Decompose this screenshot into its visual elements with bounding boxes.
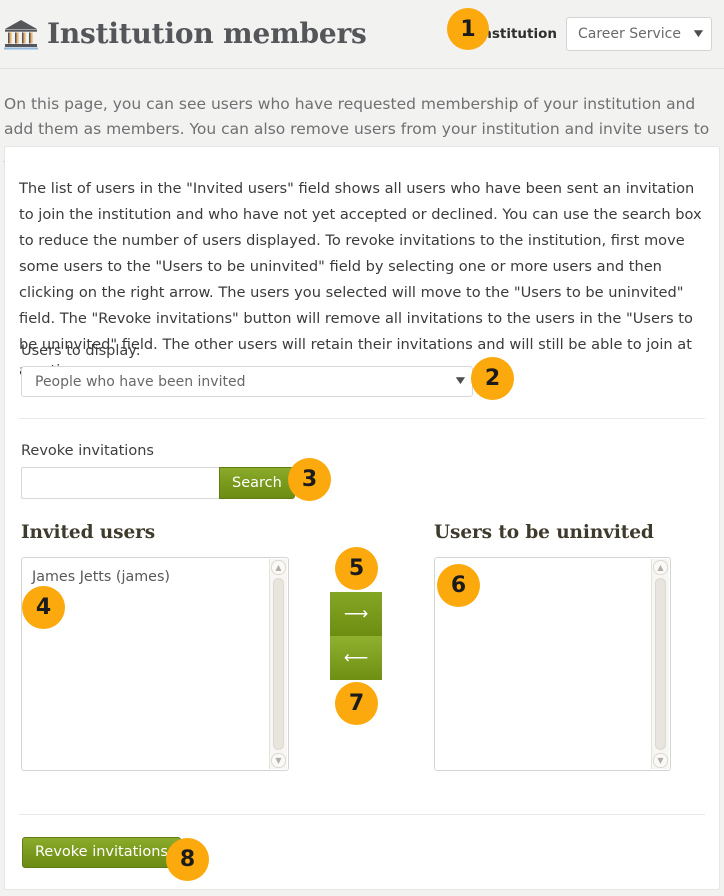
page-header: Institution members Institution Career S…: [0, 0, 724, 69]
search-button[interactable]: Search: [219, 467, 295, 499]
users-to-be-uninvited-heading: Users to be uninvited: [434, 522, 654, 543]
revoke-invitations-button[interactable]: Revoke invitations: [22, 837, 181, 868]
invited-users-list[interactable]: James Jetts (james): [22, 558, 270, 770]
institution-selector-group: Institution Career Service ▼: [477, 17, 712, 51]
revoke-invitations-label: Revoke invitations: [21, 443, 154, 459]
scroll-up-icon[interactable]: ▲: [271, 560, 286, 575]
scroll-down-icon[interactable]: ▼: [653, 753, 668, 768]
users-to-display-label: Users to display:: [21, 343, 141, 359]
page-title-group: Institution members: [4, 18, 477, 50]
invited-users-heading: Invited users: [21, 522, 156, 543]
scrollbar-thumb[interactable]: [273, 578, 284, 750]
bank-institution-icon: [4, 20, 38, 50]
institution-select[interactable]: Career Service ▼: [566, 17, 712, 51]
scroll-down-icon[interactable]: ▼: [271, 753, 286, 768]
list-item[interactable]: James Jetts (james): [32, 566, 270, 588]
divider-top: [19, 418, 705, 419]
invited-users-listbox[interactable]: James Jetts (james) ▲ ▼: [21, 557, 289, 771]
search-row: Search: [21, 467, 295, 499]
move-right-arrow-icon[interactable]: ⟶: [330, 592, 382, 636]
uninvite-users-scrollbar[interactable]: ▲ ▼: [651, 559, 669, 769]
page-title: Institution members: [47, 17, 367, 50]
institution-label: Institution: [477, 26, 557, 42]
move-left-arrow-icon[interactable]: ⟵: [330, 636, 382, 680]
users-to-display-select[interactable]: People who have been invited ▼: [21, 366, 473, 397]
chevron-down-icon: ▼: [455, 376, 466, 386]
uninvite-users-list[interactable]: [435, 558, 652, 770]
institution-select-value: Career Service: [578, 26, 681, 42]
transfer-arrow-group: ⟶ ⟵: [330, 592, 382, 680]
divider-bottom: [19, 814, 705, 815]
search-input[interactable]: [21, 467, 219, 499]
chevron-down-icon: ▼: [693, 28, 704, 39]
main-card: The list of users in the "Invited users"…: [4, 146, 720, 890]
invited-users-scrollbar[interactable]: ▲ ▼: [269, 559, 287, 769]
scrollbar-thumb[interactable]: [655, 578, 666, 750]
uninvite-users-listbox[interactable]: ▲ ▼: [434, 557, 671, 771]
scroll-up-icon[interactable]: ▲: [653, 560, 668, 575]
users-to-display-value: People who have been invited: [35, 373, 246, 390]
